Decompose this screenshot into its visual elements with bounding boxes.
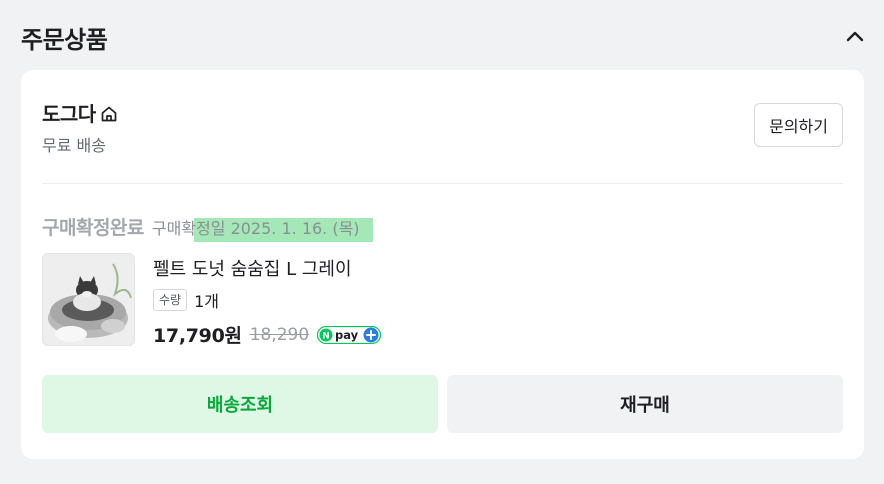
action-buttons: 배송조회 재구매 (42, 375, 843, 433)
inquiry-button[interactable]: 문의하기 (754, 103, 843, 147)
sale-price: 17,790원 (153, 325, 242, 347)
store-name: 도그다 (42, 102, 96, 126)
product-thumbnail[interactable] (42, 253, 135, 346)
quantity-row: 수량 1개 (153, 288, 219, 312)
npay-logo-icon: N pay (317, 325, 382, 344)
quantity-value: 1개 (194, 292, 219, 311)
chevron-up-icon[interactable] (843, 24, 867, 48)
npay-label: pay (335, 328, 359, 342)
section-title: 주문상품 (21, 26, 108, 54)
shipping-info: 무료 배송 (42, 136, 106, 155)
price-row: 17,790원 18,290 N pay (153, 321, 382, 348)
confirm-date: 구매확정일 2025. 1. 16. (목) (151, 219, 360, 238)
original-price: 18,290 (249, 324, 310, 345)
quantity-label: 수량 (153, 289, 188, 311)
order-status-row: 구매확정완료 구매확정일 2025. 1. 16. (목) (42, 213, 360, 239)
reorder-button[interactable]: 재구매 (447, 375, 843, 433)
order-items-header: 주문상품 (21, 18, 867, 58)
track-delivery-button[interactable]: 배송조회 (42, 375, 438, 433)
divider (42, 183, 843, 184)
store-row: 도그다 무료 배송 문의하기 (42, 96, 843, 166)
order-status: 구매확정완료 (42, 217, 144, 239)
home-icon (100, 104, 118, 122)
svg-text:N: N (322, 331, 330, 341)
order-card: 도그다 무료 배송 문의하기 구매확정완료 구매확정일 2025. 1. 16.… (21, 70, 864, 459)
store-link[interactable]: 도그다 (42, 98, 118, 127)
product-name[interactable]: 펠트 도넛 숨숨집 L 그레이 (153, 255, 352, 281)
product-row: 펠트 도넛 숨숨집 L 그레이 수량 1개 17,790원 18,290 N p… (42, 253, 843, 348)
